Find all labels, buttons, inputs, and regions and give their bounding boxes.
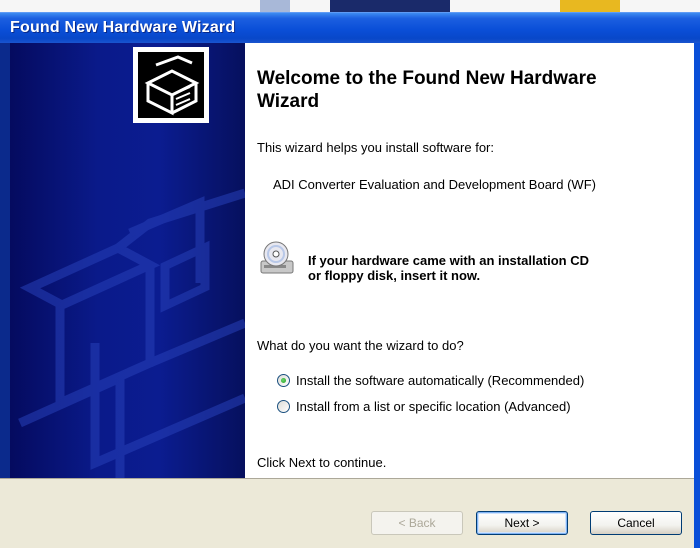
back-button[interactable]: < Back: [371, 511, 463, 535]
window-left-border: [0, 43, 10, 478]
question-text: What do you want the wizard to do?: [257, 338, 464, 353]
title-bar[interactable]: Found New Hardware Wizard: [0, 12, 700, 43]
option-label[interactable]: Install the software automatically (Reco…: [296, 373, 584, 388]
cd-prompt: If your hardware came with an installati…: [308, 253, 589, 283]
desktop-background-strip: [0, 0, 700, 12]
wizard-content: Welcome to the Found New Hardware Wizard…: [245, 43, 700, 478]
radio-button-selected[interactable]: [277, 373, 290, 387]
cd-prompt-line-1: If your hardware came with an installati…: [308, 253, 590, 268]
radio-button[interactable]: [277, 399, 290, 413]
button-bar: < Back Next > Cancel: [0, 478, 700, 548]
cd-prompt-line-2: or floppy disk, insert it now.: [308, 268, 481, 283]
option-label[interactable]: Install from a list or specific location…: [296, 399, 571, 414]
page-title: Welcome to the Found New Hardware Wizard: [257, 68, 597, 112]
cd-drive-icon: [260, 241, 294, 274]
cancel-button[interactable]: Cancel: [590, 511, 682, 535]
wizard-body: Welcome to the Found New Hardware Wizard…: [0, 43, 700, 478]
hardware-banner-graphic: [18, 47, 245, 478]
window-right-border: [694, 43, 700, 548]
intro-text: This wizard helps you install software f…: [257, 140, 494, 155]
window-title: Found New Hardware Wizard: [10, 19, 236, 36]
continue-text: Click Next to continue.: [257, 455, 387, 470]
option-install-automatically[interactable]: Install the software automatically (Reco…: [277, 371, 584, 389]
option-install-from-list[interactable]: Install from a list or specific location…: [277, 397, 571, 415]
wizard-side-banner: [0, 43, 245, 478]
next-button[interactable]: Next >: [476, 511, 568, 535]
device-name: ADI Converter Evaluation and Development…: [273, 177, 596, 192]
